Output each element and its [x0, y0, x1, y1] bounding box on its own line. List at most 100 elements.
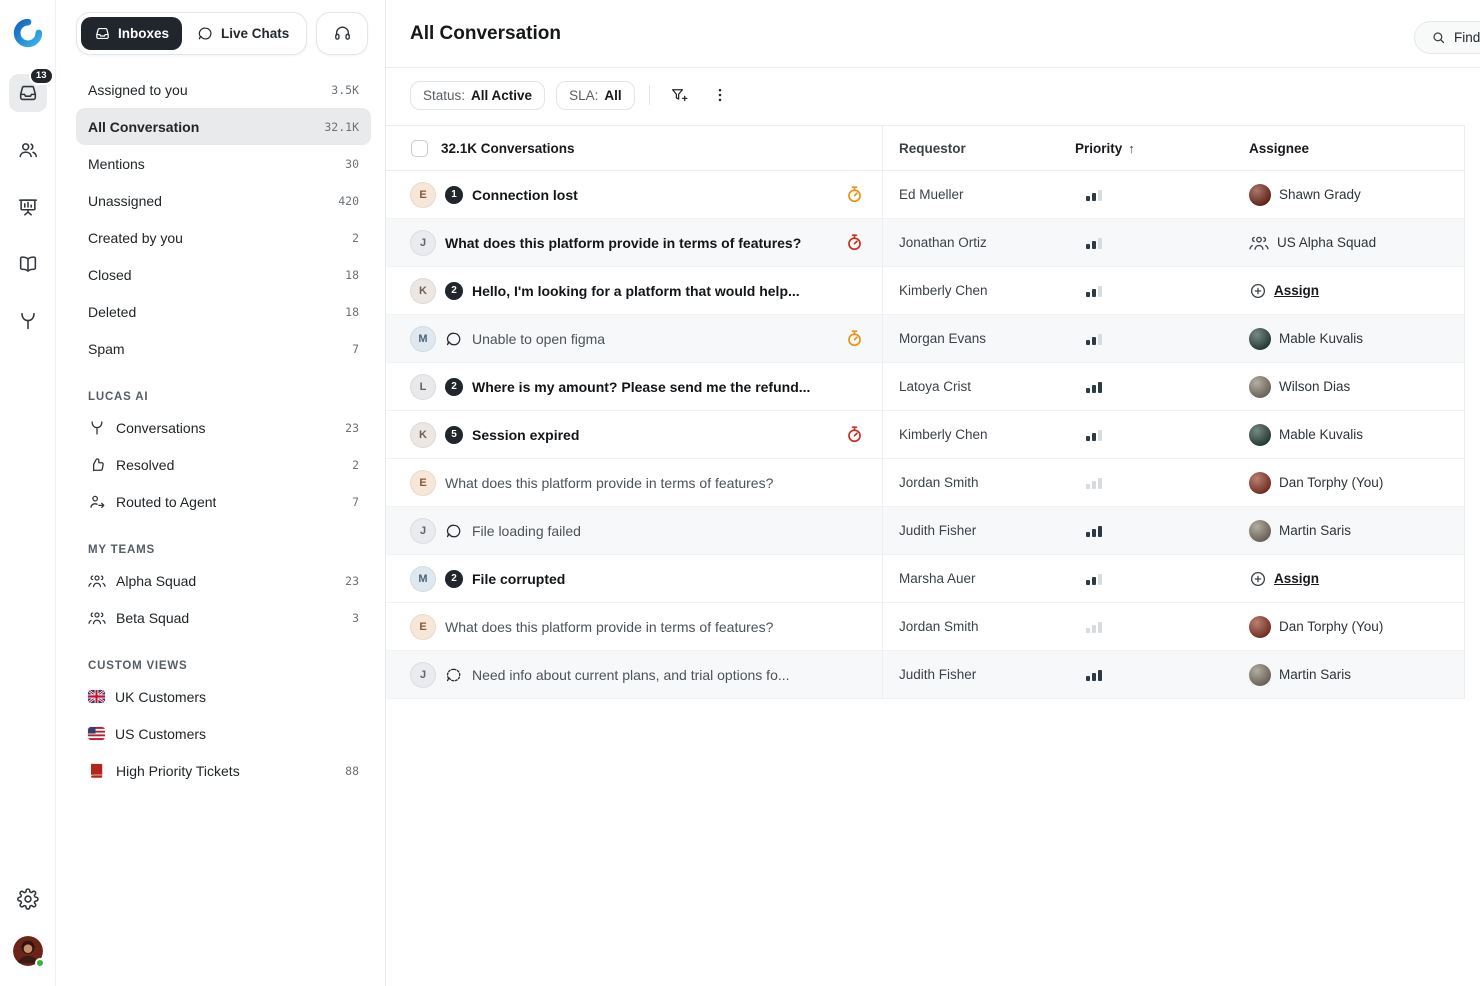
conversation-row[interactable]: K5Session expiredKimberly ChenMable Kuva…	[386, 411, 1464, 459]
sidebar-item-label: Unassigned	[88, 193, 162, 209]
sidebar-item-conversations[interactable]: Conversations23	[76, 409, 371, 446]
conversation-cell: JFile loading failed	[386, 507, 883, 554]
sidebar-item-beta-squad[interactable]: Beta Squad3	[76, 599, 371, 636]
requestor-cell: Ed Mueller	[883, 171, 1059, 218]
tab-live-chats[interactable]: Live Chats	[184, 17, 302, 50]
sidebar-item-label: Conversations	[116, 420, 206, 436]
sidebar-item-spam[interactable]: Spam7	[76, 330, 371, 367]
inbox-badge: 13	[29, 67, 54, 85]
assignee-cell: Martin Saris	[1233, 507, 1464, 554]
agent-support-button[interactable]	[316, 12, 368, 55]
select-all-checkbox[interactable]	[411, 140, 428, 157]
sidebar-item-deleted[interactable]: Deleted18	[76, 293, 371, 330]
requestor-name: Morgan Evans	[899, 331, 986, 346]
knowledge-base-icon	[17, 253, 39, 275]
kebab-icon	[711, 86, 729, 104]
conversation-title: File loading failed	[472, 523, 581, 539]
rail-nav: 13	[9, 74, 47, 340]
conversation-row[interactable]: M2File corruptedMarsha AuerAssign	[386, 555, 1464, 603]
assignee-avatar	[1249, 424, 1271, 446]
sidebar-item-label: Assigned to you	[88, 82, 188, 98]
status-filter[interactable]: Status: All Active	[410, 81, 545, 110]
conversation-row[interactable]: MUnable to open figma Morgan Evans Mable K…	[386, 315, 1464, 363]
assignee-name: Mable Kuvalis	[1279, 427, 1363, 442]
conversation-cell: MUnable to open figma	[386, 315, 883, 362]
conversation-row[interactable]: JWhat does this platform provide in term…	[386, 219, 1464, 267]
conversation-list: E1Connection lostEd MuellerShawn GradyJW…	[386, 171, 1464, 699]
sidebar-item-count: 2	[352, 231, 359, 245]
rail-reports-button[interactable]	[9, 188, 47, 226]
rail-lucas-ai-button[interactable]	[9, 302, 47, 340]
sidebar-item-closed[interactable]: Closed18	[76, 256, 371, 293]
conversation-cell: E What does this platform provide in term…	[386, 459, 883, 506]
status-filter-value: All Active	[471, 88, 532, 103]
sidebar-item-all-conversation[interactable]: All Conversation32.1K	[76, 108, 371, 145]
sidebar-item-created-by-you[interactable]: Created by you 2	[76, 219, 371, 256]
priority-cell	[1059, 603, 1233, 650]
inbox-icon	[17, 82, 39, 104]
sidebar-item-alpha-squad[interactable]: Alpha Squad23	[76, 562, 371, 599]
requestor-initial-avatar: J	[410, 230, 436, 256]
conversation-row[interactable]: E1Connection lostEd MuellerShawn Grady	[386, 171, 1464, 219]
requestor-initial-avatar: L	[410, 374, 436, 400]
conversation-title: What does this platform provide in terms…	[445, 475, 773, 491]
sidebar-item-label: High Priority Tickets	[116, 763, 240, 779]
requestor-initial-avatar: E	[410, 470, 436, 496]
lucas-ai-icon	[88, 419, 106, 437]
priority-column-header[interactable]: Priority ↑	[1059, 126, 1233, 170]
sidebar-item-label: Created by you	[88, 230, 183, 246]
conversation-row[interactable]: JFile loading failedJudith FisherMartin …	[386, 507, 1464, 555]
rail-inbox-button[interactable]: 13	[9, 74, 47, 112]
assign-button[interactable]: Assign	[1249, 282, 1319, 300]
conversation-row[interactable]: EWhat does this platform provide in term…	[386, 603, 1464, 651]
conversation-title: Need info about current plans, and trial…	[472, 667, 790, 683]
sidebar-item-count: 18	[345, 305, 359, 319]
tab-label: Live Chats	[221, 26, 289, 41]
sidebar-item-mentions[interactable]: Mentions30	[76, 145, 371, 182]
conversation-cell: K5Session expired	[386, 411, 883, 458]
sidebar-item-count: 18	[345, 268, 359, 282]
more-options-button[interactable]	[705, 80, 735, 110]
requestor-cell: Morgan Evans	[883, 315, 1059, 362]
section-title: MY TEAMS	[76, 544, 371, 556]
sla-timer-icon	[845, 185, 864, 204]
sidebar-item-label: Spam	[88, 341, 125, 357]
conversations-table: 32.1K Conversations Requestor Priority ↑…	[386, 125, 1465, 699]
user-avatar[interactable]	[13, 936, 43, 966]
sidebar-item-label: Mentions	[88, 156, 145, 172]
find-button[interactable]: Find	[1414, 21, 1480, 54]
app-logo-icon[interactable]	[13, 18, 43, 48]
rail-knowledge-base-button[interactable]	[9, 245, 47, 283]
sidebar-item-resolved[interactable]: Resolved2	[76, 446, 371, 483]
sidebar-item-assigned-to-you[interactable]: Assigned to you3.5K	[76, 71, 371, 108]
sla-filter[interactable]: SLA: All	[556, 81, 635, 110]
tab-inboxes[interactable]: Inboxes	[81, 17, 182, 50]
conversation-row[interactable]: L2Where is my amount? Please send me the…	[386, 363, 1464, 411]
assignee-column-header[interactable]: Assignee	[1233, 126, 1464, 170]
sidebar-item-uk-customers[interactable]: UK Customers	[76, 678, 371, 715]
sidebar-item-routed-to-agent[interactable]: Routed to Agent7	[76, 483, 371, 520]
rail-settings-button[interactable]	[9, 880, 47, 918]
filter-divider	[649, 85, 650, 105]
sidebar-item-us-customers[interactable]: US Customers	[76, 715, 371, 752]
assignee-name: Mable Kuvalis	[1279, 331, 1363, 346]
assignee-avatar	[1249, 184, 1271, 206]
app-root: 13 Inboxes Live Chats Assigned to you3.5K…	[0, 0, 1480, 986]
conversation-row[interactable]: K2Hello, I'm looking for a platform that…	[386, 267, 1464, 315]
requestor-cell: Jordan Smith	[883, 459, 1059, 506]
sidebar-section-my-teams: MY TEAMS Alpha Squad23Beta Squad3	[76, 544, 371, 636]
requestor-column-header[interactable]: Requestor	[883, 126, 1059, 170]
conversation-row[interactable]: JNeed info about current plans, and tria…	[386, 651, 1464, 699]
conversations-count-label: 32.1K Conversations	[441, 141, 575, 156]
requestor-initial-avatar: K	[410, 422, 436, 448]
sidebar-item-unassigned[interactable]: Unassigned420	[76, 182, 371, 219]
assignee-name: Martin Saris	[1279, 667, 1351, 682]
assignee-cell: Shawn Grady	[1233, 171, 1464, 218]
add-filter-button[interactable]	[664, 80, 694, 110]
thumbs-up-icon	[88, 456, 106, 474]
unread-count-badge: 5	[445, 426, 463, 444]
assign-button[interactable]: Assign	[1249, 570, 1319, 588]
conversation-row[interactable]: E What does this platform provide in term…	[386, 459, 1464, 507]
sidebar-item-high-priority-tickets[interactable]: High Priority Tickets88	[76, 752, 371, 789]
rail-contacts-button[interactable]	[9, 131, 47, 169]
